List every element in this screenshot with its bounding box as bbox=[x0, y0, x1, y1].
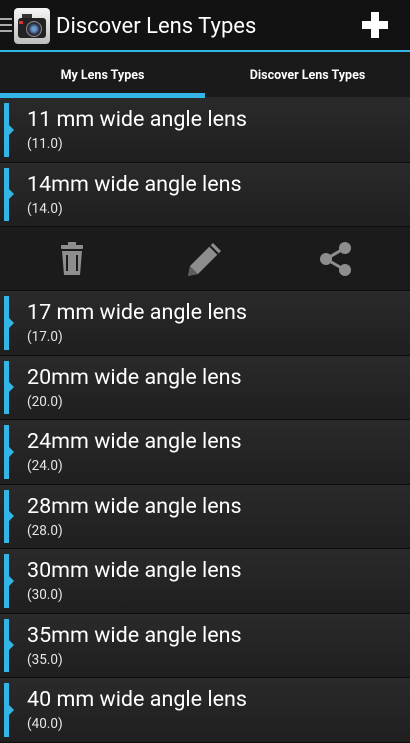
app-title: Discover Lens Types bbox=[56, 14, 257, 39]
item-marker bbox=[4, 360, 14, 414]
lens-focal-value: (24.0) bbox=[27, 458, 63, 474]
add-button[interactable] bbox=[362, 10, 392, 40]
list-item[interactable]: 30mm wide angle lens (30.0) bbox=[0, 549, 410, 614]
drawer-indicator-icon[interactable] bbox=[0, 18, 12, 34]
lens-name: 28mm wide angle lens bbox=[27, 493, 242, 519]
lens-focal-value: (30.0) bbox=[27, 587, 63, 603]
item-marker bbox=[4, 425, 14, 479]
share-button[interactable] bbox=[316, 241, 356, 277]
item-marker bbox=[4, 554, 14, 608]
edit-button[interactable] bbox=[184, 241, 224, 277]
list-item[interactable]: 24mm wide angle lens (24.0) bbox=[0, 420, 410, 485]
list-item[interactable]: 28mm wide angle lens (28.0) bbox=[0, 484, 410, 549]
lens-list[interactable]: 11 mm wide angle lens (11.0) 14mm wide a… bbox=[0, 98, 410, 743]
item-marker bbox=[4, 296, 14, 350]
lens-focal-value: (11.0) bbox=[27, 136, 63, 152]
app-logo-camera-icon[interactable] bbox=[14, 8, 50, 44]
pencil-icon bbox=[188, 243, 221, 276]
list-item[interactable]: 35mm wide angle lens (35.0) bbox=[0, 613, 410, 678]
delete-button[interactable] bbox=[52, 241, 92, 277]
lens-focal-value: (28.0) bbox=[27, 522, 63, 539]
lens-focal-value: (14.0) bbox=[27, 200, 63, 217]
tab-my-lens-types[interactable]: My Lens Types bbox=[0, 52, 205, 98]
list-item[interactable]: 11 mm wide angle lens (11.0) bbox=[0, 98, 410, 163]
tab-bar: My Lens Types Discover Lens Types bbox=[0, 52, 410, 98]
list-item[interactable]: 17 mm wide angle lens (17.0) bbox=[0, 291, 410, 356]
item-action-row bbox=[0, 227, 410, 291]
tab-discover-lens-types[interactable]: Discover Lens Types bbox=[205, 52, 410, 98]
lens-focal-value: (20.0) bbox=[27, 393, 63, 410]
list-item[interactable]: 40 mm wide angle lens (40.0) bbox=[0, 678, 410, 743]
list-item[interactable]: 20mm wide angle lens (20.0) bbox=[0, 355, 410, 420]
item-marker bbox=[4, 489, 14, 543]
lens-name: 20mm wide angle lens bbox=[27, 364, 242, 390]
item-marker bbox=[4, 683, 14, 737]
lens-name: 11 mm wide angle lens bbox=[27, 107, 247, 132]
trash-icon bbox=[61, 242, 83, 275]
lens-focal-value: (40.0) bbox=[27, 716, 63, 732]
lens-name: 24mm wide angle lens bbox=[27, 429, 242, 454]
action-bar: Discover Lens Types bbox=[0, 0, 410, 52]
share-icon bbox=[320, 242, 351, 276]
item-marker bbox=[4, 618, 14, 672]
lens-name: 30mm wide angle lens bbox=[27, 558, 242, 583]
item-marker bbox=[4, 103, 14, 157]
lens-focal-value: (35.0) bbox=[27, 651, 63, 668]
tab-label: Discover Lens Types bbox=[249, 68, 366, 83]
lens-name: 35mm wide angle lens bbox=[27, 622, 242, 648]
item-marker bbox=[4, 167, 14, 221]
lens-name: 17 mm wide angle lens bbox=[27, 300, 247, 325]
lens-name: 40 mm wide angle lens bbox=[27, 687, 247, 712]
lens-name: 14mm wide angle lens bbox=[27, 171, 242, 197]
tab-label: My Lens Types bbox=[60, 68, 145, 83]
list-item[interactable]: 14mm wide angle lens (14.0) bbox=[0, 162, 410, 227]
lens-focal-value: (17.0) bbox=[27, 329, 63, 345]
